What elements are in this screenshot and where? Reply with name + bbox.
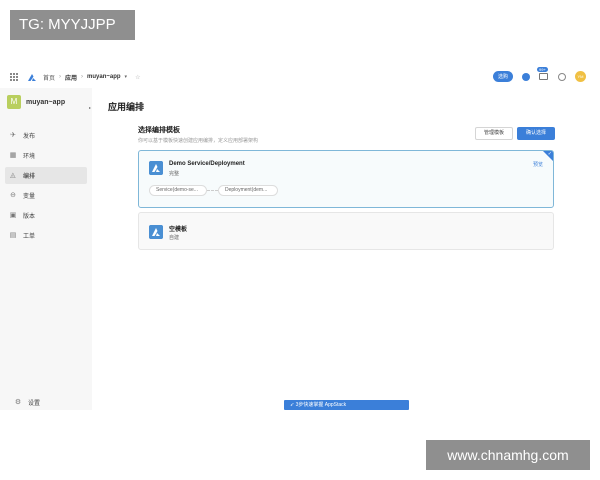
section-description: 你可以基于模板快速创建应用编排，定义应用部署架构	[138, 138, 259, 144]
message-icon[interactable]: 99+	[537, 66, 549, 81]
resource-chip-deployment: Deployment(dem...	[218, 185, 278, 196]
sidebar-item-variables[interactable]: ⊖ 变量	[5, 187, 87, 204]
sidebar-item-orchestration[interactable]: ◬ 编排	[5, 167, 87, 184]
app-window: 首页 › 应用 › muyan~app ▾ ☆ 选购 99+ YM M muya…	[0, 66, 600, 410]
help-icon[interactable]	[558, 72, 566, 81]
quickstart-banner[interactable]: ➶ 3步快速掌握 AppStack	[284, 400, 409, 410]
rocket-icon: ➶	[290, 402, 295, 408]
sidebar-item-label: 版本	[23, 214, 36, 220]
sidebar-item-label: 编排	[23, 174, 36, 180]
dropdown-icon[interactable]: ▸	[89, 105, 91, 110]
buy-pill-button[interactable]: 选购	[492, 71, 513, 82]
sidebar-nav: ✈ 发布 ▦ 环境 ◬ 编排 ⊖ 变量 ▣ 版本 ▤ 工单	[0, 127, 92, 244]
send-icon: ✈	[10, 131, 16, 139]
breadcrumb: 首页 › 应用 › muyan~app ▾ ☆	[43, 73, 140, 82]
template-type: 完整	[169, 171, 180, 177]
app-name: muyan~app	[26, 98, 66, 106]
preview-link[interactable]: 预览	[533, 161, 543, 168]
resource-chip-service: Service(demo-se...	[149, 185, 207, 196]
pin-icon[interactable]: ☆	[135, 74, 140, 81]
app-avatar: M	[7, 95, 21, 109]
sidebar-item-label: 环境	[23, 154, 36, 160]
variable-icon: ⊖	[10, 191, 16, 199]
chevron-right-icon: ›	[81, 74, 84, 80]
template-logo-icon	[149, 161, 163, 175]
resource-connector	[207, 190, 218, 191]
sidebar-item-label: 工单	[23, 234, 36, 240]
sidebar-item-publish[interactable]: ✈ 发布	[5, 127, 87, 144]
app-switcher[interactable]: M muyan~app ▸	[0, 88, 92, 116]
confirm-selection-button[interactable]: 确认选择	[517, 127, 555, 140]
page-title: 应用编排	[108, 102, 145, 112]
sidebar: M muyan~app ▸ ✈ 发布 ▦ 环境 ◬ 编排 ⊖ 变量 ▣ 版本 ▤…	[0, 88, 92, 410]
section-title: 选择编排模板	[138, 127, 180, 134]
check-icon: ✓	[547, 151, 552, 157]
gear-icon: ⚙	[14, 398, 22, 406]
sidebar-item-versions[interactable]: ▣ 版本	[5, 207, 87, 224]
quickstart-text: 3步快速掌握 AppStack	[295, 402, 347, 408]
template-name: 空模板	[169, 227, 188, 233]
caret-down-icon[interactable]: ▾	[125, 74, 128, 80]
breadcrumb-app[interactable]: muyan~app	[87, 74, 121, 80]
help-center-icon[interactable]	[522, 72, 530, 81]
breadcrumb-apps[interactable]: 应用	[65, 73, 77, 82]
main-content: 应用编排 选择编排模板 你可以基于模板快速创建应用编排，定义应用部署架构 管理模…	[92, 88, 600, 410]
version-icon: ▣	[9, 211, 17, 219]
watermark-bottom-right: www.chnamhg.com	[426, 440, 590, 470]
sidebar-item-label: 变量	[23, 194, 36, 200]
sidebar-item-tickets[interactable]: ▤ 工单	[5, 227, 87, 244]
message-badge: 99+	[537, 66, 548, 72]
sidebar-item-label: 设置	[28, 401, 41, 407]
template-logo-icon	[149, 225, 163, 239]
sidebar-item-environment[interactable]: ▦ 环境	[5, 147, 87, 164]
template-card-empty[interactable]: 空模板 自建	[138, 212, 554, 250]
apps-grid-icon[interactable]	[10, 73, 18, 81]
screenshot-root: TG: MYYJJPP www.chnamhg.com 首页 › 应用 › mu…	[0, 0, 600, 480]
watermark-top-left: TG: MYYJJPP	[10, 10, 135, 40]
sidebar-item-settings[interactable]: ⚙ 设置	[10, 394, 40, 411]
appstack-logo-icon[interactable]	[27, 73, 37, 82]
template-card-demo[interactable]: Demo Service/Deployment 完整 预览 ✓ Service(…	[138, 150, 554, 208]
top-right-actions: 选购 99+ YM	[492, 66, 586, 82]
sidebar-item-label: 发布	[23, 134, 36, 140]
chevron-right-icon: ›	[59, 74, 62, 80]
template-name: Demo Service/Deployment	[169, 161, 245, 167]
breadcrumb-home[interactable]: 首页	[43, 73, 55, 82]
manage-templates-button[interactable]: 管理模板	[475, 127, 513, 140]
template-type: 自建	[169, 235, 180, 241]
user-avatar[interactable]: YM	[575, 71, 586, 82]
ticket-icon: ▤	[9, 231, 17, 239]
layers-icon: ◬	[10, 171, 16, 179]
top-bar: 首页 › 应用 › muyan~app ▾ ☆ 选购 99+ YM	[0, 66, 600, 88]
grid-icon: ▦	[9, 151, 17, 159]
